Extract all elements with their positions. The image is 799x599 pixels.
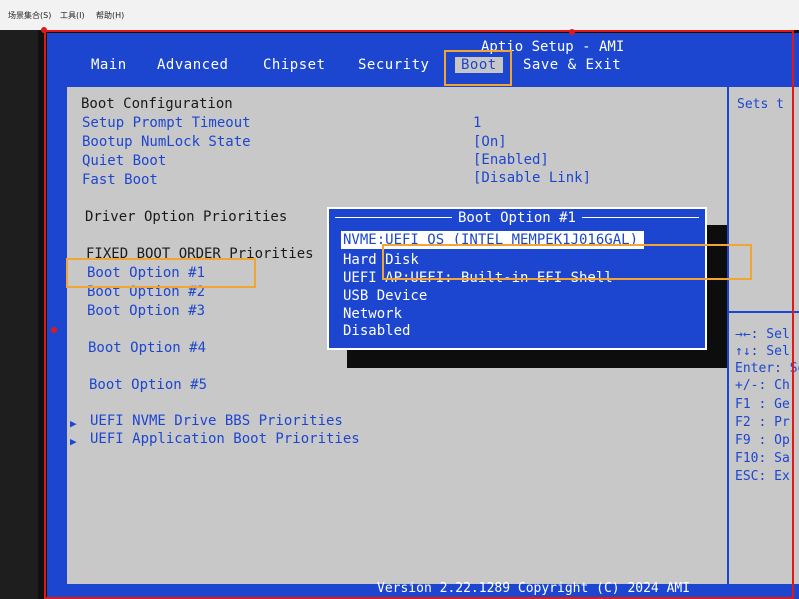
setup-prompt-timeout-value[interactable]: 1	[473, 115, 481, 131]
help-key-line: F9 : Op	[735, 433, 790, 448]
boot-configuration-heading: Boot Configuration	[81, 96, 233, 112]
uefi-application-boot-priorities[interactable]: UEFI Application Boot Priorities	[90, 431, 360, 447]
quiet-boot-label[interactable]: Quiet Boot	[82, 153, 166, 169]
fast-boot-value[interactable]: [Disable Link]	[473, 170, 591, 186]
tab-main[interactable]: Main	[91, 57, 127, 73]
help-key-line: F1 : Ge	[735, 397, 790, 412]
capture-handle[interactable]	[51, 327, 57, 333]
bootup-numlock-state-label[interactable]: Bootup NumLock State	[82, 134, 251, 150]
tab-security[interactable]: Security	[358, 57, 429, 73]
help-key-line: ↑↓: Sel	[735, 344, 790, 359]
menu-scene-collection[interactable]: 场景集合(S)	[8, 10, 51, 21]
help-key-line: ESC: Ex	[735, 469, 790, 484]
submenu-arrow-icon: ▶	[70, 417, 77, 430]
highlight-boot-tab	[444, 50, 512, 86]
driver-option-priorities-heading: Driver Option Priorities	[85, 209, 288, 225]
quiet-boot-value[interactable]: [Enabled]	[473, 152, 549, 168]
fast-boot-label[interactable]: Fast Boot	[82, 172, 158, 188]
boot-option-3[interactable]: Boot Option #3	[87, 303, 205, 319]
popup-title: Boot Option #1	[329, 209, 705, 227]
popup-option-network[interactable]: Network	[343, 305, 402, 323]
highlight-boot-option-1	[66, 258, 256, 288]
popup-option-disabled[interactable]: Disabled	[343, 322, 410, 340]
version-footer: Version 2.22.1289 Copyright (C) 2024 AMI	[377, 581, 691, 596]
capture-toolbar: 场景集合(S) 工具(I) 帮助(H)	[0, 0, 799, 30]
help-key-line: F2 : Pr	[735, 415, 790, 430]
menu-help[interactable]: 帮助(H)	[96, 10, 124, 21]
popup-option-usb-device[interactable]: USB Device	[343, 287, 427, 305]
capture-handle[interactable]	[41, 27, 47, 33]
submenu-arrow-icon: ▶	[70, 435, 77, 448]
boot-option-5[interactable]: Boot Option #5	[89, 377, 207, 393]
help-key-line: Enter: Se	[735, 361, 799, 376]
help-key-line: →←: Sel	[735, 327, 790, 342]
boot-option-4[interactable]: Boot Option #4	[88, 340, 206, 356]
help-text: Sets t	[737, 97, 784, 112]
help-divider	[729, 311, 799, 313]
bootup-numlock-state-value[interactable]: [On]	[473, 134, 507, 150]
tab-chipset[interactable]: Chipset	[263, 57, 326, 73]
menu-tools[interactable]: 工具(I)	[60, 10, 85, 21]
popup-title-text: Boot Option #1	[451, 210, 582, 226]
tab-advanced[interactable]: Advanced	[157, 57, 228, 73]
highlight-selected-option	[382, 244, 752, 280]
setup-prompt-timeout-label[interactable]: Setup Prompt Timeout	[82, 115, 251, 131]
uefi-nvme-bbs-priorities[interactable]: UEFI NVME Drive BBS Priorities	[90, 413, 343, 429]
help-key-line: F10: Sa	[735, 451, 790, 466]
tab-save-exit[interactable]: Save & Exit	[523, 57, 621, 73]
capture-handle[interactable]	[569, 29, 575, 35]
help-panel: Sets t →←: Sel ↑↓: Sel Enter: Se +/-: Ch…	[727, 87, 799, 584]
help-key-line: +/-: Ch	[735, 378, 790, 393]
